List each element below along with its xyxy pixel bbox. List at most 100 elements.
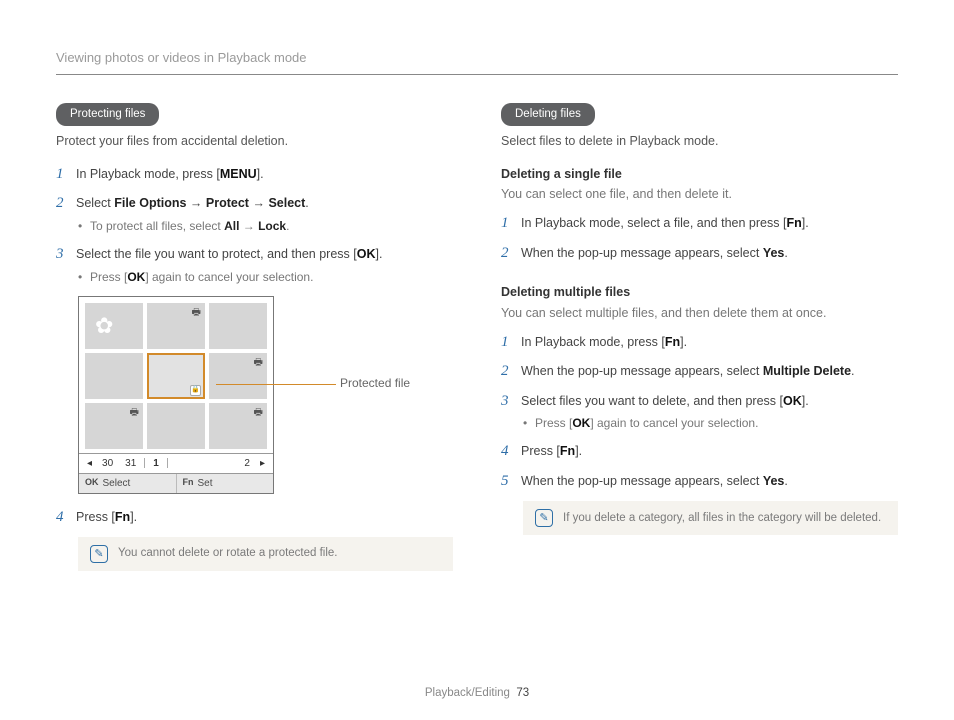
thumb: ✿: [85, 303, 143, 349]
page-header: Viewing photos or videos in Playback mod…: [56, 48, 898, 75]
label: Set: [198, 476, 213, 491]
printer-icon: 🖶: [130, 405, 139, 420]
note-box: ✎ If you delete a category, all files in…: [523, 501, 898, 535]
substep: To protect all files, select All → Lock.: [76, 217, 453, 235]
step-2: 2 When the pop-up message appears, selec…: [501, 244, 898, 264]
callout-label: Protected file: [340, 374, 410, 392]
subtext: You can select multiple files, and then …: [501, 304, 898, 323]
date-bar: ◂ 30 31 1 2 ▸: [79, 453, 273, 473]
fn-button-label: Fn: [560, 444, 575, 458]
date-selected: 1: [147, 456, 165, 471]
text: When the pop-up message appears, select: [521, 364, 763, 378]
chevron-left-icon: ◂: [83, 456, 96, 471]
note-box: ✎ You cannot delete or rotate a protecte…: [78, 537, 453, 571]
note-icon: ✎: [90, 545, 108, 563]
date: 31: [119, 456, 142, 471]
text: Select the file you want to protect, and…: [76, 247, 357, 261]
step-number: 1: [501, 214, 521, 234]
illustration: ✿ 🖶 🔒 🖶 🖶 🖶: [78, 296, 453, 494]
note-icon: ✎: [535, 509, 553, 527]
date: 2: [238, 456, 256, 471]
ok-button-label: OK: [357, 247, 376, 261]
page-number: 73: [516, 687, 529, 699]
leaf-icon: ✿: [95, 309, 113, 342]
text: Press [: [535, 416, 572, 430]
step-number: 4: [56, 508, 76, 528]
intro-text: Select files to delete in Playback mode.: [501, 132, 898, 151]
subheading: Deleting a single file: [501, 165, 898, 184]
step-number: 1: [501, 333, 521, 353]
step-1: 1 In Playback mode, select a file, and t…: [501, 214, 898, 234]
text: ] again to cancel your selection.: [145, 270, 313, 284]
text: ].: [375, 247, 382, 261]
bold: All: [224, 219, 239, 233]
text: ].: [802, 216, 809, 230]
printer-icon: 🖶: [254, 405, 263, 420]
step-number: 3: [501, 392, 521, 412]
text: To protect all files, select: [90, 219, 224, 233]
topic-badge-protecting: Protecting files: [56, 103, 159, 126]
left-column: Protecting files Protect your files from…: [56, 103, 453, 572]
text: .: [286, 219, 289, 233]
fn-button-label: Fn: [115, 510, 130, 524]
thumb: 🖶: [147, 303, 205, 349]
fn-key: Fn: [183, 476, 194, 490]
text: ].: [680, 335, 687, 349]
section-name: Playback/Editing: [425, 687, 510, 699]
callout-line: [216, 384, 336, 385]
lock-icon: 🔒: [190, 385, 201, 396]
bold: Select: [268, 196, 305, 210]
text: Press [: [521, 444, 560, 458]
bold: Yes: [763, 474, 785, 488]
arrow: →: [239, 219, 258, 233]
illustration-footer: OK Select Fn Set: [79, 473, 273, 493]
step-number: 5: [501, 472, 521, 492]
bold: File Options: [114, 196, 186, 210]
step-4: 4 Press [Fn].: [501, 442, 898, 462]
right-column: Deleting files Select files to delete in…: [501, 103, 898, 572]
text: Select files you want to delete, and the…: [521, 394, 783, 408]
step-number: 4: [501, 442, 521, 462]
substep: Press [OK] again to cancel your selectio…: [521, 414, 898, 432]
intro-text: Protect your files from accidental delet…: [56, 132, 453, 151]
step-1: 1 In Playback mode, press [Fn].: [501, 333, 898, 353]
text: ].: [257, 167, 264, 181]
subtext: You can select one file, and then delete…: [501, 185, 898, 204]
step-4: 4 Press [Fn].: [56, 508, 453, 528]
text: When the pop-up message appears, select: [521, 474, 763, 488]
text: Select: [76, 196, 114, 210]
step-number: 2: [56, 194, 76, 214]
step-number: 1: [56, 165, 76, 185]
text: .: [784, 474, 787, 488]
text: When the pop-up message appears, select: [521, 246, 763, 260]
subheading: Deleting multiple files: [501, 283, 898, 302]
step-number: 2: [501, 362, 521, 382]
thumb: 🖶: [209, 403, 267, 449]
arrow: →: [186, 196, 205, 210]
step-1: 1 In Playback mode, press [MENU].: [56, 165, 453, 185]
menu-button-label: MENU: [220, 167, 257, 181]
bold: Protect: [206, 196, 249, 210]
arrow: →: [249, 196, 268, 210]
text: ].: [130, 510, 137, 524]
text: ] again to cancel your selection.: [590, 416, 758, 430]
text: .: [851, 364, 854, 378]
text: In Playback mode, select a file, and the…: [521, 216, 786, 230]
step-2: 2 When the pop-up message appears, selec…: [501, 362, 898, 382]
topic-badge-deleting: Deleting files: [501, 103, 595, 126]
ok-button-label: OK: [783, 394, 802, 408]
label: Select: [103, 476, 131, 491]
thumb-selected: 🔒: [147, 353, 205, 399]
text: In Playback mode, press [: [521, 335, 665, 349]
ok-key: OK: [85, 476, 99, 490]
fn-button-label: Fn: [665, 335, 680, 349]
thumb: 🖶: [209, 353, 267, 399]
thumb: 🖶: [85, 403, 143, 449]
date: 30: [96, 456, 119, 471]
substep: Press [OK] again to cancel your selectio…: [76, 268, 453, 286]
step-number: 3: [56, 245, 76, 265]
step-3: 3 Select the file you want to protect, a…: [56, 245, 453, 286]
fn-button-label: Fn: [786, 216, 801, 230]
text: ].: [575, 444, 582, 458]
printer-icon: 🖶: [192, 305, 201, 320]
